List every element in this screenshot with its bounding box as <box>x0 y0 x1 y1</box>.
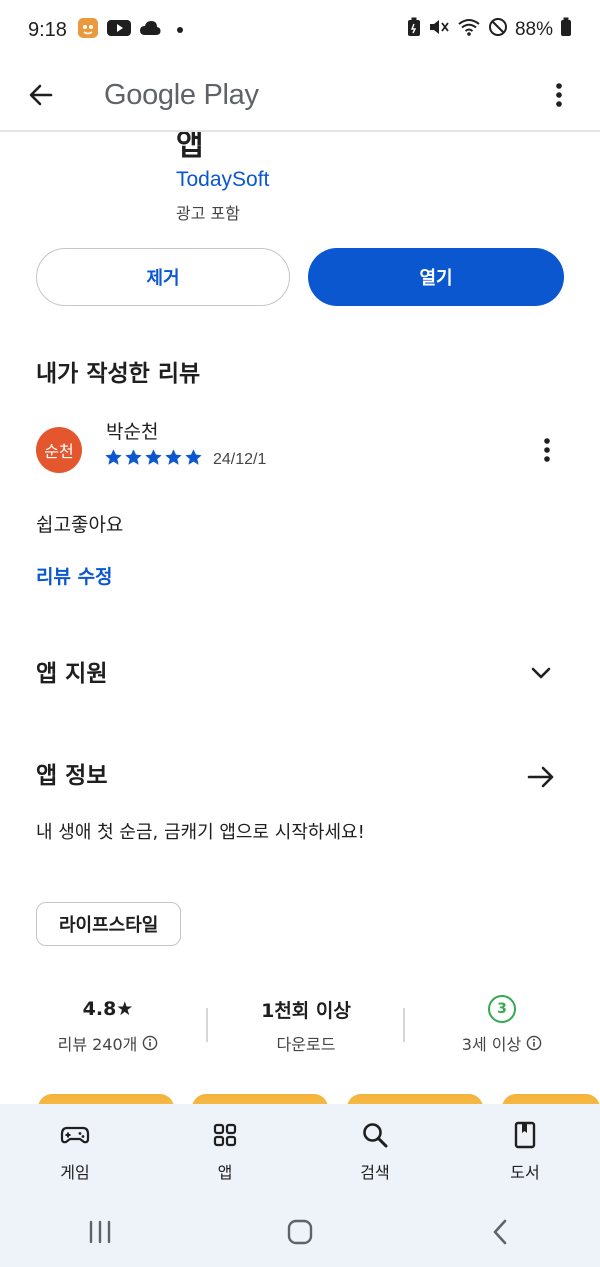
nav-apps-label: 앱 <box>217 1163 233 1182</box>
battery-icon <box>560 17 572 43</box>
home-button[interactable] <box>200 1196 400 1267</box>
star-rating <box>104 448 203 467</box>
nav-books-label: 도서 <box>510 1163 540 1182</box>
developer-link[interactable]: TodaySoft <box>176 168 269 192</box>
app-support-row[interactable]: 앱 지원 <box>0 638 600 702</box>
age-rating-label: 3세 이상 <box>461 1035 522 1054</box>
stat-divider <box>206 1008 208 1042</box>
content-rating-stat[interactable]: 3 3세 이상 <box>412 995 592 1055</box>
gamepad-icon <box>60 1126 90 1144</box>
app-support-header: 앱 지원 <box>36 661 108 687</box>
open-button[interactable]: 열기 <box>308 248 564 306</box>
app-description: 내 생애 첫 순금, 금캐기 앱으로 시작하세요! <box>36 822 365 843</box>
cloud-icon <box>139 19 161 41</box>
overflow-menu-button[interactable] <box>518 59 600 131</box>
screenshot-thumbnail[interactable] <box>192 1094 328 1104</box>
app-stats: 4.8★ 리뷰 240개 1천회 이상 다운로드 3 3세 이상 <box>0 988 600 1068</box>
details-content[interactable]: 앱 TodaySoft 광고 포함 제거 열기 내가 작성한 리뷰 순천 박순천… <box>0 132 600 1104</box>
review-date: 24/12/1 <box>213 451 267 468</box>
bottom-navigation: 게임 앱 검색 도서 <box>0 1104 600 1196</box>
apps-grid-icon <box>213 1123 237 1147</box>
reviewer-name: 박순천 <box>106 421 159 443</box>
downloads-label: 다운로드 <box>276 1035 336 1054</box>
mute-icon <box>428 17 450 43</box>
review-options-button[interactable] <box>530 428 564 472</box>
more-vert-icon <box>556 83 562 107</box>
review-count: 리뷰 240개 <box>57 1035 138 1054</box>
category-chip[interactable]: 라이프스타일 <box>36 902 182 946</box>
search-icon <box>363 1123 388 1148</box>
star-icon <box>105 449 122 465</box>
star-icon <box>165 449 182 465</box>
nav-games[interactable]: 게임 <box>0 1104 150 1196</box>
downloads-stat: 1천회 이상 다운로드 <box>216 996 396 1055</box>
review-text: 쉽고좋아요 <box>36 514 124 536</box>
star-icon <box>185 449 202 465</box>
home-icon <box>287 1219 313 1244</box>
avatar: 순천 <box>36 427 82 473</box>
screenshot-thumbnail[interactable] <box>502 1094 600 1104</box>
nav-search[interactable]: 검색 <box>300 1104 450 1196</box>
screenshot-thumbnail[interactable] <box>347 1094 483 1104</box>
top-app-bar: Google Play <box>0 60 600 132</box>
more-vert-icon <box>544 438 550 462</box>
battery-percent: 88% <box>514 19 553 40</box>
more-notifications-dot <box>176 27 183 33</box>
do-not-disturb-icon <box>488 17 508 43</box>
star-icon <box>145 449 162 465</box>
system-back-button[interactable] <box>400 1196 600 1267</box>
about-app-row[interactable]: 앱 정보 <box>0 740 600 804</box>
contains-ads-note: 광고 포함 <box>176 204 240 223</box>
rating-stat[interactable]: 4.8★ 리뷰 240개 <box>18 996 198 1055</box>
edit-review-link[interactable]: 리뷰 수정 <box>36 562 113 589</box>
chevron-left-icon <box>493 1219 507 1244</box>
book-icon <box>514 1121 536 1149</box>
nav-books[interactable]: 도서 <box>450 1104 600 1196</box>
nav-games-label: 게임 <box>60 1163 90 1182</box>
app-title: 앱 <box>176 132 204 163</box>
status-time: 9:18 <box>28 18 67 41</box>
info-icon <box>526 1035 542 1051</box>
system-navigation-bar <box>0 1196 600 1267</box>
google-play-logo-text: Google Play <box>104 78 259 111</box>
my-review-header: 내가 작성한 리뷰 <box>36 361 201 387</box>
chevron-down-icon <box>531 667 551 679</box>
status-bar: 9:18 88% <box>0 0 600 60</box>
downloads-value: 1천회 이상 <box>261 999 351 1022</box>
recent-apps-button[interactable] <box>0 1196 200 1267</box>
arrow-back-icon <box>29 84 53 106</box>
rating-value: 4.8★ <box>82 998 134 1020</box>
back-button[interactable] <box>0 59 82 131</box>
arrow-forward-icon <box>527 766 554 788</box>
wifi-icon <box>457 17 481 43</box>
age-rating-badge: 3 <box>488 995 516 1023</box>
stat-divider <box>403 1008 405 1042</box>
youtube-icon <box>106 19 131 42</box>
about-app-header: 앱 정보 <box>36 763 108 789</box>
uninstall-button[interactable]: 제거 <box>36 248 290 306</box>
recents-icon <box>89 1220 111 1243</box>
nav-apps[interactable]: 앱 <box>150 1104 300 1196</box>
nav-search-label: 검색 <box>360 1163 390 1182</box>
screenshot-thumbnail[interactable] <box>38 1094 174 1104</box>
star-icon <box>125 449 142 465</box>
battery-saver-icon <box>407 17 421 43</box>
notification-app-icon <box>77 17 99 44</box>
info-icon <box>143 1035 158 1051</box>
